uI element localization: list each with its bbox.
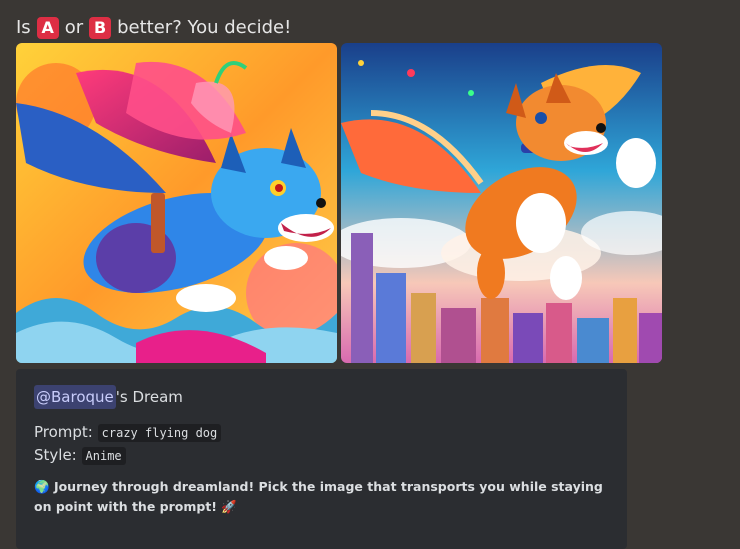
headline-connector: or: [64, 17, 84, 38]
dream-title: @Baroque's Dream: [34, 385, 609, 409]
headline-prefix: Is: [16, 17, 31, 38]
image-a[interactable]: [16, 43, 337, 363]
prompt-value: crazy flying dog: [97, 424, 222, 442]
letter-a-badge: A: [36, 17, 59, 39]
rocket-icon: 🚀: [221, 499, 237, 514]
description-text: Journey through dreamland! Pick the imag…: [34, 479, 603, 514]
prompt-field: Prompt: crazy flying dog: [34, 421, 609, 444]
style-field: Style: Anime: [34, 444, 609, 467]
globe-icon: 🌍: [34, 479, 50, 494]
style-value: Anime: [81, 447, 126, 465]
letter-b-badge: B: [89, 17, 112, 39]
style-label: Style:: [34, 446, 77, 464]
embed-description: 🌍 Journey through dreamland! Pick the im…: [34, 477, 609, 517]
image-b[interactable]: [341, 43, 662, 363]
message-headline: Is A or B better? You decide!: [16, 14, 291, 42]
user-mention[interactable]: @Baroque: [34, 385, 116, 409]
image-b-artwork: [341, 43, 662, 363]
dream-title-suffix: 's Dream: [115, 388, 183, 406]
image-a-artwork: [16, 43, 337, 363]
prompt-label: Prompt:: [34, 423, 93, 441]
image-grid: [16, 43, 662, 363]
dream-embed: @Baroque's Dream Prompt: crazy flying do…: [16, 369, 627, 549]
headline-suffix: better? You decide!: [117, 17, 292, 38]
